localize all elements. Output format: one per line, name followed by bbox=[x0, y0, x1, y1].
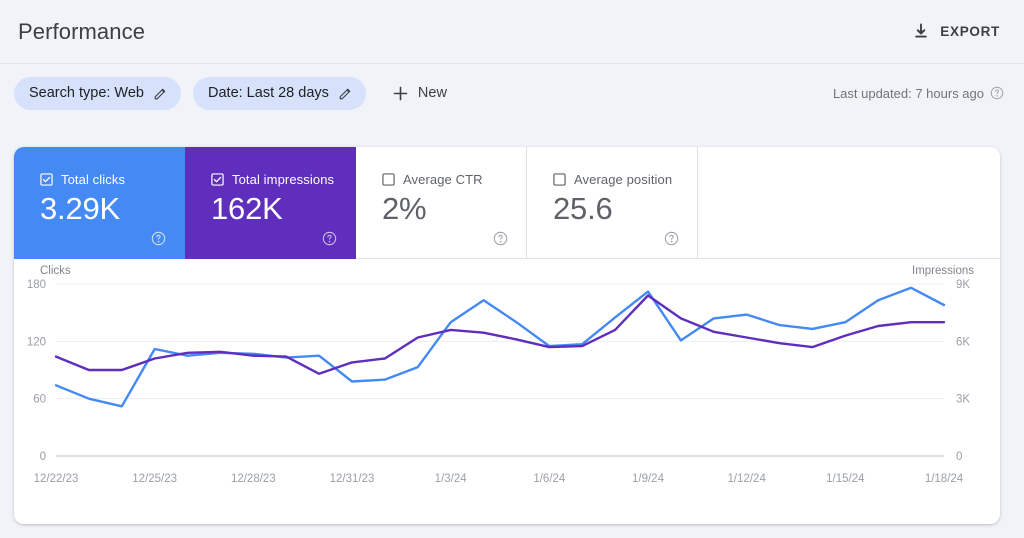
chart-line-impressions bbox=[54, 294, 946, 376]
chart-y2-tick-label: 3K bbox=[956, 394, 970, 406]
chart-y-axis-title: Clicks bbox=[40, 265, 71, 277]
page-title: Performance bbox=[18, 18, 146, 44]
chart-x-tick-label: 1/15/24 bbox=[826, 473, 865, 485]
metric-value-total-impressions: 162K bbox=[211, 191, 283, 226]
export-label: EXPORT bbox=[940, 24, 1000, 39]
metric-card-header: Total clicks bbox=[40, 172, 184, 187]
chart-x-axis-labels: 12/22/23 12/25/23 12/28/23 12/31/23 1/3/24 1/… bbox=[34, 473, 964, 485]
chart-y2-tick-label: 9K bbox=[956, 279, 970, 291]
metric-card-total-clicks[interactable]: Total clicks 3.29K bbox=[14, 147, 185, 259]
filter-chip-search-type[interactable]: Search type: Web bbox=[14, 76, 181, 110]
filter-bar: Search type: Web Date: Last 28 days New … bbox=[0, 65, 1024, 121]
metric-card-average-ctr[interactable]: Average CTR 2% bbox=[356, 147, 527, 259]
last-updated-label: Last updated: 7 hours ago bbox=[832, 85, 984, 101]
plus-icon bbox=[392, 85, 409, 102]
metric-label-average-position: Average position bbox=[574, 172, 673, 187]
filter-chip-date[interactable]: Date: Last 28 days bbox=[193, 76, 366, 110]
chart-x-tick-label: 1/9/24 bbox=[632, 473, 665, 485]
help-circle-icon[interactable] bbox=[664, 231, 679, 246]
metric-card-total-impressions[interactable]: Total impressions 162K bbox=[185, 147, 356, 259]
chart-x-tick-label: 12/25/23 bbox=[132, 473, 177, 485]
chart-y-tick-label: 60 bbox=[33, 394, 46, 406]
pencil-icon[interactable] bbox=[153, 86, 168, 101]
last-updated-status: Last updated: 7 hours ago bbox=[833, 86, 1004, 101]
filter-chip-date-label: Date: Last 28 days bbox=[208, 85, 329, 101]
export-button[interactable]: EXPORT bbox=[908, 17, 1004, 47]
metric-label-average-ctr: Average CTR bbox=[403, 172, 483, 187]
metric-card-row: Total clicks 3.29K Total impressions 162… bbox=[14, 147, 1000, 259]
chart-x-tick-label: 12/31/23 bbox=[330, 473, 375, 485]
checkbox-unchecked-icon[interactable] bbox=[553, 173, 566, 186]
metric-card-average-position[interactable]: Average position 25.6 bbox=[527, 147, 698, 259]
page-header: Performance EXPORT bbox=[0, 0, 1024, 64]
chart-y-tick-label: 0 bbox=[40, 451, 46, 463]
metric-value-total-clicks: 3.29K bbox=[40, 191, 121, 226]
chart-y2-tick-label: 0 bbox=[956, 451, 962, 463]
chart-y2-tick-label: 6K bbox=[956, 336, 970, 348]
metric-card-header: Average position bbox=[553, 172, 697, 187]
checkbox-checked-icon[interactable] bbox=[211, 173, 224, 186]
pencil-icon[interactable] bbox=[338, 86, 353, 101]
metric-label-total-clicks: Total clicks bbox=[61, 172, 126, 187]
chart-x-tick-label: 12/28/23 bbox=[231, 473, 276, 485]
chart-y-tick-label: 120 bbox=[27, 336, 46, 348]
chart-x-tick-label: 1/18/24 bbox=[925, 473, 964, 485]
metric-row-filler bbox=[698, 147, 1000, 259]
metric-value-average-position: 25.6 bbox=[553, 191, 613, 226]
download-icon bbox=[912, 23, 930, 41]
help-circle-icon[interactable] bbox=[322, 231, 337, 246]
help-circle-icon[interactable] bbox=[151, 231, 166, 246]
metric-card-header: Average CTR bbox=[382, 172, 526, 187]
help-circle-icon[interactable] bbox=[493, 231, 508, 246]
metric-label-total-impressions: Total impressions bbox=[232, 172, 335, 187]
performance-chart: 0 60 120 180 0 3K 6K 9K 12/22/23 12/25/23 12/28/… bbox=[14, 259, 1000, 524]
performance-panel: Total clicks 3.29K Total impressions 162… bbox=[14, 147, 1000, 524]
filter-chip-search-type-label: Search type: Web bbox=[29, 85, 144, 101]
chart-y2-axis-labels: 0 3K 6K 9K bbox=[956, 279, 970, 463]
chart-y-tick-label: 180 bbox=[27, 279, 46, 291]
chart-x-tick-label: 1/3/24 bbox=[435, 473, 468, 485]
chart-x-tick-label: 12/22/23 bbox=[34, 473, 79, 485]
chart-y-axis-labels: 0 60 120 180 bbox=[27, 279, 46, 463]
chart-y2-axis-title: Impressions bbox=[912, 265, 974, 277]
chart-series-lines bbox=[54, 286, 946, 408]
chart-x-tick-label: 1/12/24 bbox=[727, 473, 766, 485]
performance-page: Performance EXPORT Search type: Web Date… bbox=[0, 0, 1024, 538]
add-new-filter-label: New bbox=[417, 85, 447, 101]
chart-x-tick-label: 1/6/24 bbox=[533, 473, 566, 485]
chart-svg[interactable]: 0 60 120 180 0 3K 6K 9K 12/22/23 12/25/23 12/28/… bbox=[14, 259, 1000, 524]
help-circle-icon[interactable] bbox=[990, 86, 1004, 100]
metric-value-average-ctr: 2% bbox=[382, 191, 427, 226]
metric-card-header: Total impressions bbox=[211, 172, 355, 187]
checkbox-unchecked-icon[interactable] bbox=[382, 173, 395, 186]
add-new-filter-button[interactable]: New bbox=[384, 80, 455, 107]
checkbox-checked-icon[interactable] bbox=[40, 173, 53, 186]
